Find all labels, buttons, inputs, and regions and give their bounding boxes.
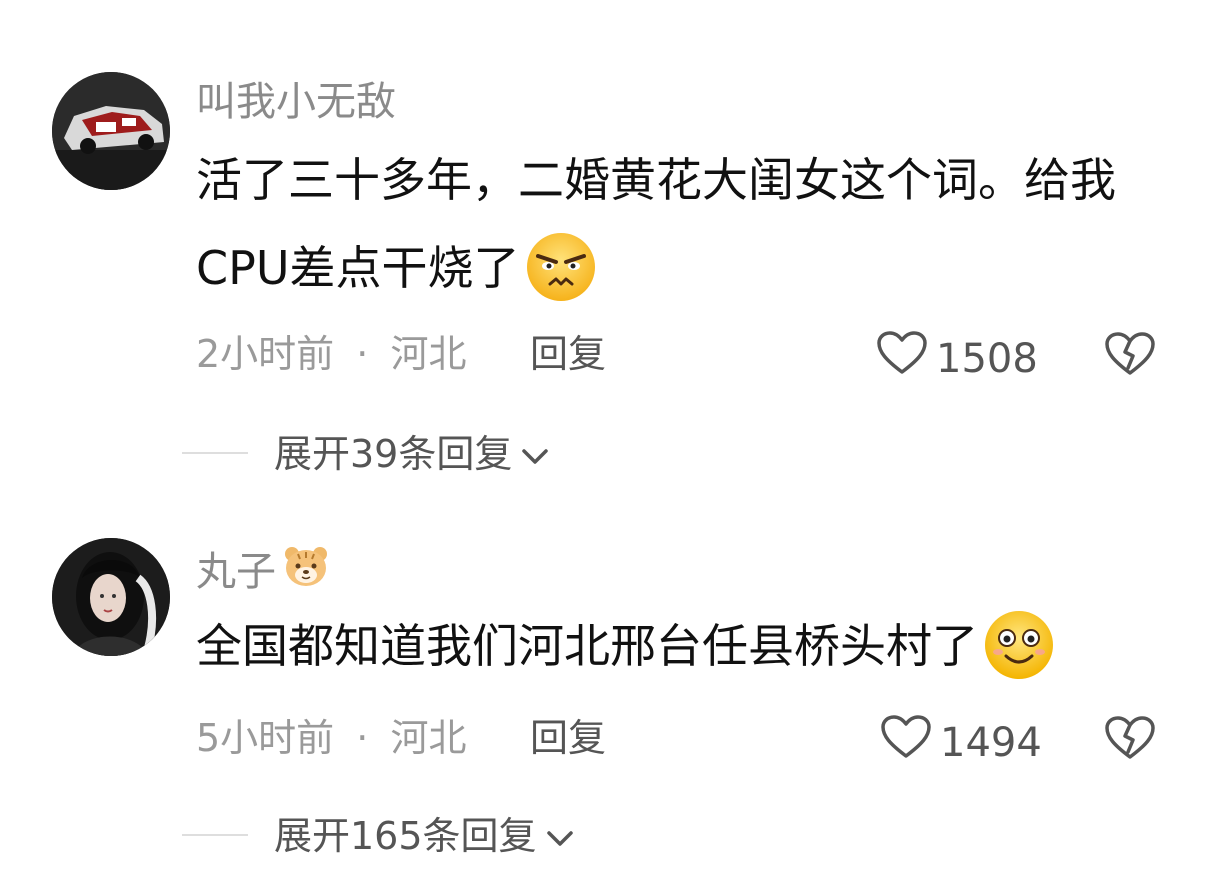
comment-username[interactable]: 丸子 xyxy=(196,544,330,599)
smiling-face-emoji-icon xyxy=(982,608,1056,682)
avatar[interactable] xyxy=(52,538,170,656)
expand-replies-label: 展开39条回复 xyxy=(274,432,513,476)
angry-face-emoji-icon xyxy=(524,230,598,304)
comment-text-block: 活了三十多年，二婚黄花大闺女这个词。给我CPU差点干烧了 xyxy=(196,136,1186,312)
expand-divider xyxy=(182,834,248,836)
expand-replies-button[interactable]: 展开39条回复 xyxy=(274,430,550,478)
expand-replies-button[interactable]: 展开165条回复 xyxy=(274,812,575,860)
tiger-icon xyxy=(282,544,330,599)
meta-separator: · xyxy=(356,716,369,760)
comment-meta: 5小时前 · 河北 xyxy=(196,714,466,762)
like-count: 1494 xyxy=(940,719,1042,766)
like-button[interactable]: 1494 xyxy=(880,714,1042,771)
comment-text-block: 全国都知道我们河北邢台任县桥头村了 xyxy=(196,602,1186,690)
like-count: 1508 xyxy=(936,335,1038,382)
heart-icon xyxy=(880,714,932,771)
expand-divider xyxy=(182,452,248,454)
like-button[interactable]: 1508 xyxy=(876,330,1038,387)
heart-icon xyxy=(876,330,928,387)
comment-text: 活了三十多年，二婚黄花大闺女这个词。给我CPU差点干烧了 xyxy=(196,153,1116,295)
expand-replies-label: 展开165条回复 xyxy=(274,814,537,858)
avatar[interactable] xyxy=(52,72,170,190)
comment-location: 河北 xyxy=(390,332,467,376)
username-text[interactable]: 丸子 xyxy=(196,548,276,596)
broken-heart-icon xyxy=(1104,332,1156,382)
comment-location: 河北 xyxy=(390,716,467,760)
chevron-down-icon xyxy=(545,812,575,860)
comment-meta: 2小时前 · 河北 xyxy=(196,330,466,378)
meta-separator: · xyxy=(356,332,369,376)
comment-time: 2小时前 xyxy=(196,332,335,376)
reply-button[interactable]: 回复 xyxy=(530,714,606,762)
username-text[interactable]: 叫我小无敌 xyxy=(196,78,396,126)
comment-username[interactable]: 叫我小无敌 xyxy=(196,78,396,126)
comment-text: 全国都知道我们河北邢台任县桥头村了 xyxy=(196,619,978,673)
dislike-button[interactable] xyxy=(1104,714,1156,762)
comment-time: 5小时前 xyxy=(196,716,335,760)
dislike-button[interactable] xyxy=(1104,330,1156,378)
broken-heart-icon xyxy=(1104,716,1156,766)
reply-button[interactable]: 回复 xyxy=(530,330,606,378)
chevron-down-icon xyxy=(520,430,550,478)
